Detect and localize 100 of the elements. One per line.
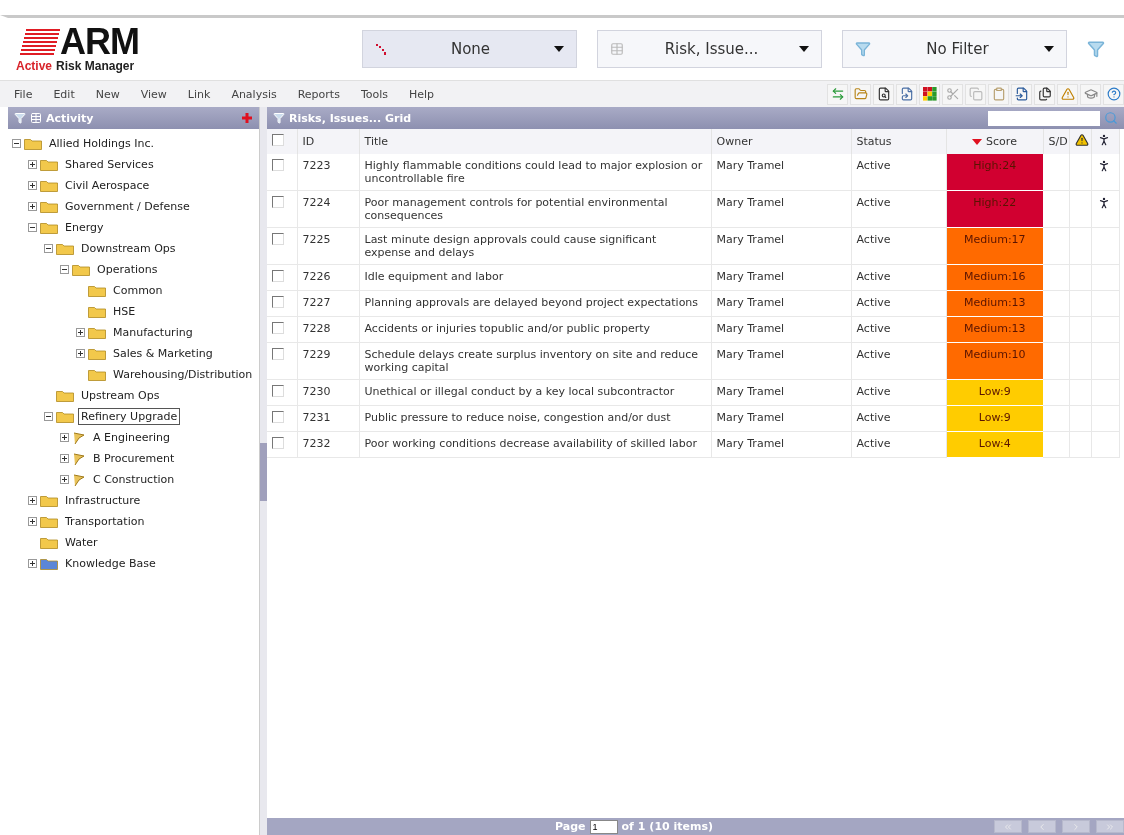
row-checkbox[interactable] bbox=[272, 411, 284, 423]
tree-item[interactable]: HSE bbox=[110, 303, 139, 320]
expand-toggle[interactable] bbox=[28, 160, 37, 169]
table-cell: Mary Tramel bbox=[711, 290, 851, 317]
menu-item[interactable]: New bbox=[95, 87, 120, 101]
row-checkbox[interactable] bbox=[272, 322, 284, 334]
row-checkbox[interactable] bbox=[272, 159, 284, 171]
page-field[interactable]: 1 bbox=[589, 819, 618, 834]
tree-item[interactable]: Allied Holdings Inc. bbox=[46, 135, 157, 152]
tree-item[interactable]: Knowledge Base bbox=[62, 555, 159, 572]
row-checkbox[interactable] bbox=[272, 385, 284, 397]
table-cell: 7228 bbox=[297, 316, 359, 343]
toolbar-button[interactable] bbox=[919, 83, 940, 105]
pager-text: (10 items) bbox=[649, 820, 714, 833]
flag-icon bbox=[72, 472, 86, 487]
menu-item[interactable]: Tools bbox=[360, 87, 388, 101]
tree-item[interactable]: Manufacturing bbox=[110, 324, 196, 341]
folder-icon bbox=[40, 221, 58, 234]
collapse-toggle[interactable] bbox=[60, 265, 69, 274]
menu-item[interactable]: Edit bbox=[53, 87, 75, 101]
folder-icon bbox=[88, 326, 106, 339]
expand-toggle[interactable] bbox=[60, 454, 69, 463]
row-checkbox[interactable] bbox=[272, 437, 284, 449]
menu-item[interactable]: Help bbox=[409, 87, 435, 101]
score-cell: High:24 bbox=[946, 154, 1043, 191]
view-dropdown[interactable]: Risk, Issue... bbox=[597, 30, 822, 68]
tree-item[interactable]: Civil Aerospace bbox=[62, 177, 153, 194]
menu-item[interactable]: Reports bbox=[297, 87, 340, 101]
tree-item[interactable]: C Construction bbox=[90, 471, 178, 488]
toolbar-button[interactable] bbox=[1011, 83, 1032, 105]
folder-icon bbox=[40, 494, 58, 507]
table-cell: 7232 bbox=[297, 431, 359, 458]
row-checkbox[interactable] bbox=[272, 296, 284, 308]
toolbar-button[interactable] bbox=[1034, 83, 1055, 105]
column-header[interactable]: Owner bbox=[711, 129, 851, 154]
toolbar-button[interactable] bbox=[896, 83, 917, 105]
column-header[interactable]: Status bbox=[851, 129, 946, 154]
expand-toggle[interactable] bbox=[60, 475, 69, 484]
menu-item[interactable]: File bbox=[14, 87, 33, 101]
collapse-toggle[interactable] bbox=[44, 244, 53, 253]
column-header[interactable]: Score bbox=[946, 129, 1043, 154]
tree-item[interactable]: B Procurement bbox=[90, 450, 178, 467]
column-header[interactable]: ID bbox=[297, 129, 359, 154]
collapse-toggle[interactable] bbox=[28, 223, 37, 232]
expand-toggle[interactable] bbox=[28, 517, 37, 526]
expand-toggle[interactable] bbox=[28, 496, 37, 505]
collapse-toggle[interactable] bbox=[44, 412, 53, 421]
caret-icon bbox=[1044, 46, 1054, 52]
tree-item[interactable]: Infrastructure bbox=[62, 492, 144, 509]
collapse-toggle[interactable] bbox=[12, 139, 21, 148]
expand-toggle[interactable] bbox=[28, 202, 37, 211]
flag-icon bbox=[72, 430, 86, 445]
tree-item[interactable]: Sales & Marketing bbox=[110, 345, 216, 362]
splitter-handle[interactable] bbox=[260, 443, 267, 501]
row-checkbox[interactable] bbox=[272, 196, 284, 208]
view-dropdown[interactable]: None bbox=[362, 30, 577, 68]
view-dropdown[interactable]: No Filter bbox=[842, 30, 1067, 68]
tree-item[interactable]: Warehousing/Distribution bbox=[110, 366, 256, 383]
swap-arrows-icon bbox=[830, 87, 845, 101]
row-checkbox[interactable] bbox=[272, 233, 284, 245]
column-header[interactable]: Title bbox=[359, 129, 711, 154]
table-cell: Mary Tramel bbox=[711, 342, 851, 380]
table-cell: Mary Tramel bbox=[711, 154, 851, 191]
scissors-icon bbox=[945, 87, 960, 101]
expand-toggle[interactable] bbox=[76, 349, 85, 358]
column-header[interactable]: S/D bbox=[1043, 129, 1069, 154]
expand-toggle[interactable] bbox=[60, 433, 69, 442]
folder-icon bbox=[853, 87, 868, 101]
tree-item[interactable]: Downstream Ops bbox=[78, 240, 179, 257]
tree-item[interactable]: Upstream Ops bbox=[78, 387, 163, 404]
expand-toggle[interactable] bbox=[28, 559, 37, 568]
tree-item[interactable]: Government / Defense bbox=[62, 198, 193, 215]
toolbar-button[interactable] bbox=[873, 83, 894, 105]
tree-item[interactable]: Water bbox=[62, 534, 101, 551]
dots-icon bbox=[375, 43, 387, 55]
search-field[interactable] bbox=[988, 110, 1100, 126]
menu-item[interactable]: View bbox=[140, 87, 167, 101]
warning-icon bbox=[1060, 87, 1075, 101]
folder-icon bbox=[88, 284, 106, 297]
tree-item[interactable]: Transportation bbox=[62, 513, 148, 530]
menu-item[interactable]: Analysis bbox=[231, 87, 277, 101]
score-cell: Low:4 bbox=[946, 431, 1043, 458]
tree-item[interactable]: Shared Services bbox=[62, 156, 157, 173]
row-checkbox[interactable] bbox=[272, 348, 284, 360]
tree-item[interactable]: Energy bbox=[62, 219, 107, 236]
expand-toggle[interactable] bbox=[76, 328, 85, 337]
menu-item[interactable]: Link bbox=[187, 87, 211, 101]
next-icon bbox=[1071, 821, 1081, 832]
tree-item[interactable]: A Engineering bbox=[90, 429, 174, 446]
folder-icon bbox=[88, 305, 106, 318]
score-cell: Medium:16 bbox=[946, 264, 1043, 291]
score-cell: Medium:13 bbox=[946, 290, 1043, 317]
row-checkbox[interactable] bbox=[272, 270, 284, 282]
copy-icon bbox=[968, 87, 983, 101]
folder-icon bbox=[40, 158, 58, 171]
tree-item[interactable]: Operations bbox=[94, 261, 161, 278]
tree-item[interactable]: Common bbox=[110, 282, 166, 299]
tree-item[interactable]: Refinery Upgrade bbox=[78, 408, 181, 425]
select-all-checkbox[interactable] bbox=[272, 134, 284, 146]
expand-toggle[interactable] bbox=[28, 181, 37, 190]
